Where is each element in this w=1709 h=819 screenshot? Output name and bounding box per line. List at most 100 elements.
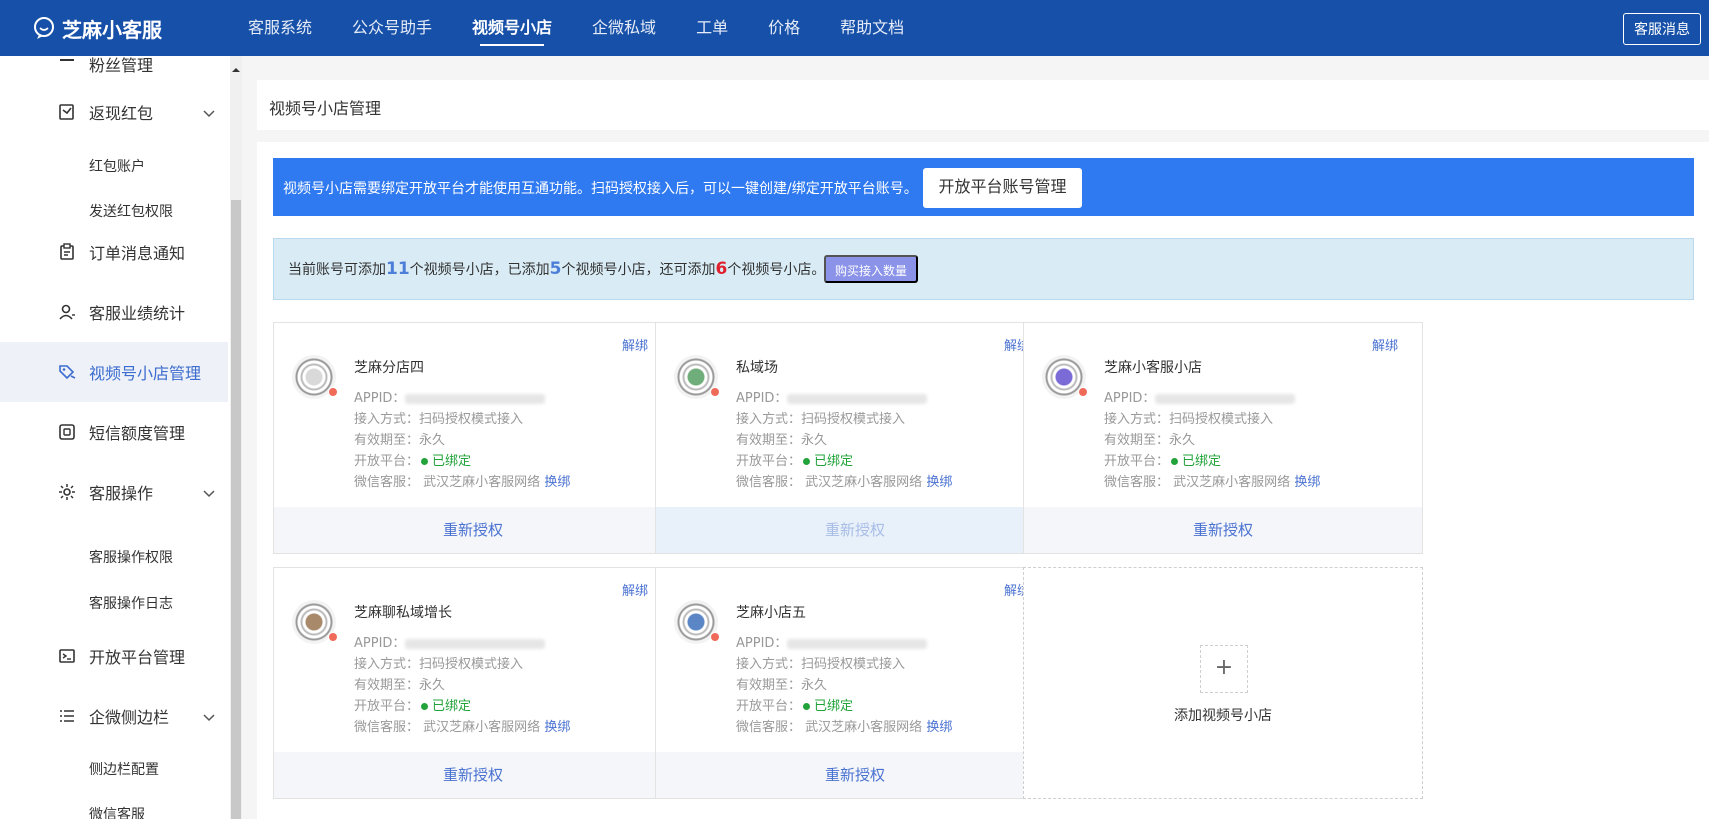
reauthorize-button[interactable]: 重新授权 [1024,507,1422,553]
sidebar-item-cashback[interactable]: 返现红包 [0,82,228,142]
change-binding-link[interactable]: 换绑 [926,720,952,735]
list-icon [58,707,76,725]
nav-item[interactable]: 企微私域 [592,0,656,56]
change-binding-link[interactable]: 换绑 [1294,475,1320,490]
sidebar-item-wecom-sidebar[interactable]: 企微侧边栏 [0,686,228,746]
valid-until-row: 有效期至：永久 [354,429,445,448]
scroll-up-arrow-icon[interactable] [231,60,241,72]
appid-row: APPID： [736,387,928,406]
add-shop-card[interactable]: + 添加视频号小店 [1023,567,1423,799]
sidebar-item-performance[interactable]: 客服业绩统计 [0,282,228,342]
change-binding-link[interactable]: 换绑 [544,720,570,735]
sidebar-item-label: 企微侧边栏 [89,708,170,727]
reauthorize-button[interactable]: 重新授权 [274,752,672,798]
platform-status: 已绑定 [432,699,472,714]
customer-messages-button[interactable]: 客服消息 [1623,13,1701,45]
valid-until-value: 永久 [1169,433,1196,448]
redpack-icon [58,103,76,121]
sidebar-item-sms-quota[interactable]: 短信额度管理 [0,402,228,462]
nav-item[interactable]: 公众号助手 [352,0,432,56]
app-logo[interactable]: 芝麻小客服 [32,14,162,42]
avatar-badge [328,387,338,397]
chevron-down-icon[interactable] [202,105,216,119]
open-platform-label: 开放平台： [354,454,420,469]
access-mode-label: 接入方式： [354,412,420,427]
unbind-link[interactable]: 解绑 [1372,335,1398,354]
status-dot-icon [421,702,429,710]
page-title: 视频号小店管理 [269,99,382,118]
open-platform-label: 开放平台： [1104,454,1170,469]
main-content: 视频号小店管理 视频号小店需要绑定开放平台才能使用互通功能。扫码授权接入后，可以… [242,56,1709,819]
change-binding-link[interactable]: 换绑 [926,475,952,490]
wechat-cs-label: 微信客服： [736,720,802,735]
change-binding-link[interactable]: 换绑 [544,475,570,490]
shop-avatar [1042,355,1088,399]
wechat-cs-row: 微信客服： 武汉芝麻小客服网络 换绑 [1104,471,1320,490]
unbind-link[interactable]: 解绑 [622,335,648,354]
wechat-cs-value: 武汉芝麻小客服网络 [423,475,541,490]
buy-quota-button[interactable]: 购买接入数量 [824,255,918,283]
sidebar-item-label: 返现红包 [89,104,154,123]
wechat-cs-label: 微信客服： [354,720,420,735]
quota-prefix: 当前账号可添加 [288,262,386,278]
shop-name: 芝麻小客服小店 [1104,360,1202,376]
reauthorize-button[interactable]: 重新授权 [656,752,1054,798]
open-platform-row: 开放平台： 已绑定 [736,695,853,714]
nav-item[interactable]: 工单 [696,0,728,56]
sidebar-item-cs-ops[interactable]: 客服操作 [0,462,228,522]
chevron-down-icon[interactable] [202,485,216,499]
nav-item[interactable]: 价格 [768,0,800,56]
appid-value-blurred [405,638,546,649]
access-mode-row: 接入方式：扫码授权模式接入 [736,408,905,427]
open-platform-row: 开放平台： 已绑定 [736,450,853,469]
sidebar-item-cs-ops-log[interactable]: 客服操作日志 [89,593,173,613]
sidebar-item-wechat-cs[interactable]: 微信客服 [89,804,145,819]
open-platform-row: 开放平台： 已绑定 [354,450,471,469]
appid-label: APPID： [354,391,406,406]
valid-until-row: 有效期至：永久 [736,429,827,448]
appid-value-blurred [1155,393,1296,404]
status-dot-icon [803,702,811,710]
shop-avatar [292,355,338,399]
sidebar: 粉丝管理 返现红包 红包账户 发送红包权限 订单消息通知 客服业绩统计 视频号小… [0,56,230,819]
sidebar-item-redpack-account[interactable]: 红包账户 [89,156,145,176]
sidebar-item-order-notify[interactable]: 订单消息通知 [0,222,228,282]
sidebar-item-cs-ops-permission[interactable]: 客服操作权限 [89,547,173,567]
shop-card: 解绑 私域场 APPID： 接入方式：扫码授权模式接入 有效期至：永久 开放平台： 已绑定微… [655,322,1055,554]
access-mode-label: 接入方式： [736,657,802,672]
chat-bubble-icon [32,16,56,40]
nav-item[interactable]: 视频号小店 [472,0,552,56]
nav-item[interactable]: 客服系统 [248,0,312,56]
sidebar-item-video-shop[interactable]: 视频号小店管理 [0,342,228,402]
wechat-cs-row: 微信客服： 武汉芝麻小客服网络 换绑 [354,716,570,735]
reauthorize-button[interactable]: 重新授权 [274,507,672,553]
unbind-link[interactable]: 解绑 [622,580,648,599]
valid-until-row: 有效期至：永久 [354,674,445,693]
nav-item[interactable]: 帮助文档 [840,0,904,56]
quota-suffix: 个视频号小店。 [727,262,826,278]
sidebar-scrollbar-thumb[interactable] [231,200,241,819]
avatar-badge [710,387,720,397]
quota-mid1: 个视频号小店，已添加 [409,262,550,278]
sidebar-item-redpack-permission[interactable]: 发送红包权限 [89,201,173,221]
wechat-cs-row: 微信客服： 武汉芝麻小客服网络 换绑 [354,471,570,490]
sidebar-item-open-platform[interactable]: 开放平台管理 [0,626,228,686]
open-platform-label: 开放平台： [736,699,802,714]
shop-card: 解绑 芝麻分店四 APPID： 接入方式：扫码授权模式接入 有效期至：永久 开放平台： 已绑… [273,322,673,554]
reauthorize-button[interactable]: 重新授权 [656,507,1054,553]
open-platform-account-button[interactable]: 开放平台账号管理 [923,168,1082,208]
wechat-cs-row: 微信客服： 武汉芝麻小客服网络 换绑 [736,716,952,735]
sidebar-item-sidebar-config[interactable]: 侧边栏配置 [89,759,159,779]
shop-card: 解绑 芝麻小客服小店 APPID： 接入方式：扫码授权模式接入 有效期至：永久 开放平台：… [1023,322,1423,554]
chevron-down-icon[interactable] [202,709,216,723]
wechat-cs-label: 微信客服： [736,475,802,490]
appid-row: APPID： [354,632,546,651]
quota-remaining: 6 [715,259,728,279]
shop-card: 解绑 芝麻小店五 APPID： 接入方式：扫码授权模式接入 有效期至：永久 开放平台： 已绑… [655,567,1055,799]
valid-until-value: 永久 [419,678,446,693]
binding-notice-text: 视频号小店需要绑定开放平台才能使用互通功能。扫码授权接入后，可以一键创建/绑定开… [283,181,918,197]
appid-label: APPID： [736,391,788,406]
sidebar-item-label: 粉丝管理 [89,56,154,75]
quota-text: 当前账号可添加11个视频号小店，已添加5个视频号小店，还可添加6个视频号小店。 [288,259,825,279]
shop-avatar [292,600,338,644]
